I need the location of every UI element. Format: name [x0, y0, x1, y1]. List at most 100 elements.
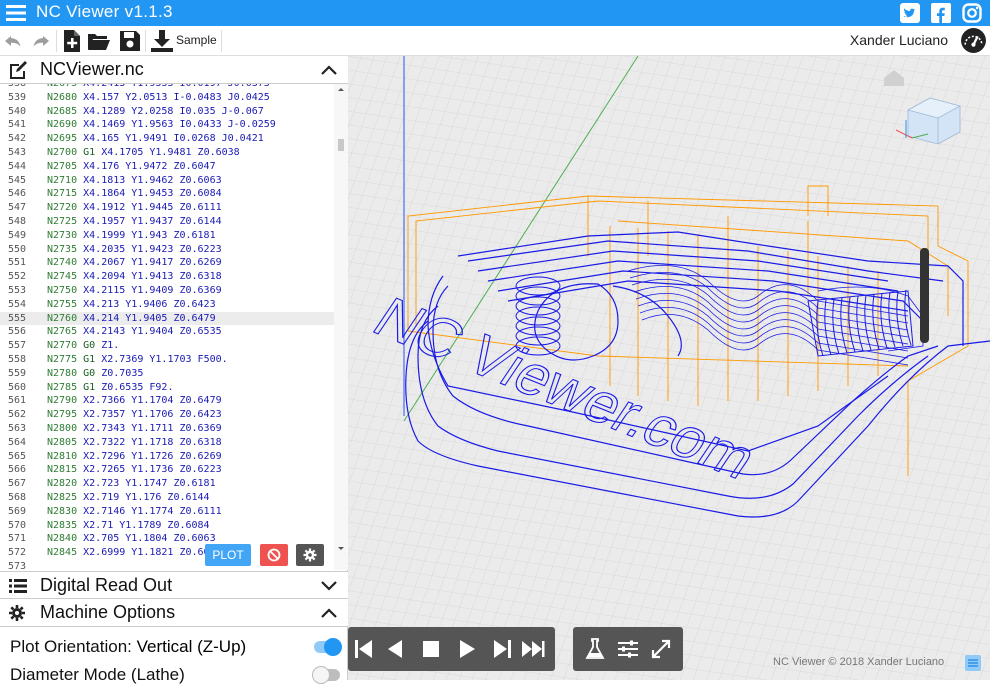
machine-options-header[interactable]: Machine Options [0, 599, 348, 627]
chevron-down-icon[interactable] [320, 580, 338, 592]
code-line[interactable]: 558 N2775 G1 X2.7369 Y1.1703 F500. [0, 353, 334, 367]
chevron-up-icon[interactable] [320, 607, 338, 619]
line-number: 569 [8, 505, 27, 517]
code-line[interactable]: 563 N2800 X2.7343 Y1.1711 Z0.6369 [0, 422, 334, 436]
sample-label[interactable]: Sample [176, 33, 217, 47]
coordinates: X4.165 Y1.9491 I0.0268 J0.0421 [83, 133, 264, 145]
line-number: 540 [8, 105, 27, 117]
block-number: N2800 [47, 423, 78, 434]
facebook-icon[interactable] [931, 3, 951, 23]
code-line[interactable]: 549 N2730 X4.1999 Y1.943 Z0.6181 [0, 229, 334, 243]
plot-orientation-toggle[interactable] [314, 638, 342, 656]
scroll-up-icon[interactable] [334, 84, 348, 94]
code-line[interactable]: 566 N2815 X2.7265 Y1.1736 Z0.6223 [0, 463, 334, 477]
coordinates: X2.719 Y1.176 Z0.6144 [83, 492, 210, 503]
code-line[interactable]: 560 N2785 G1 Z0.6535 F92. [0, 381, 334, 395]
skip-to-end-icon[interactable] [521, 637, 545, 661]
code-text: N2825 X2.719 Y1.176 Z0.6144 [47, 491, 210, 505]
gcode-editor[interactable]: 538 N2673 X4.2413 Y1.9333 I0.0197 J0.0373… [0, 84, 348, 570]
flask-icon[interactable] [583, 637, 607, 661]
edit-icon [10, 61, 27, 79]
code-line[interactable]: 541 N2690 X4.1469 Y1.9563 I0.0433 J-0.025… [0, 118, 334, 132]
code-text: N2745 X4.2094 Y1.9413 Z0.6318 [47, 270, 222, 284]
code-line[interactable]: 554 N2755 X4.213 Y1.9406 Z0.6423 [0, 298, 334, 312]
stop-icon[interactable] [419, 637, 443, 661]
code-line[interactable]: 559 N2780 G0 Z0.7035 [0, 367, 334, 381]
expand-icon[interactable] [649, 637, 673, 661]
editor-scrollbar[interactable] [334, 84, 348, 570]
code-line[interactable]: 555 N2760 X4.214 Y1.9405 Z0.6479 [0, 311, 334, 326]
new-file-icon[interactable] [60, 29, 84, 53]
block-number: N2775 [47, 354, 78, 365]
code-line[interactable]: 542 N2695 X4.165 Y1.9491 I0.0268 J0.0421 [0, 132, 334, 146]
code-line[interactable]: 540 N2685 X4.1289 Y2.0258 I0.035 J-0.067 [0, 105, 334, 119]
code-line[interactable]: 552 N2745 X4.2094 Y1.9413 Z0.6318 [0, 270, 334, 284]
coordinates: Z0.6535 F92. [101, 381, 174, 393]
3d-viewport[interactable]: NC Viewer.com [348, 56, 990, 680]
code-line[interactable]: 556 N2765 X4.2143 Y1.9404 Z0.6535 [0, 325, 334, 339]
open-folder-icon[interactable] [87, 29, 111, 53]
editor-header[interactable]: NCViewer.nc [0, 56, 348, 84]
editor-settings-button[interactable] [296, 544, 324, 566]
toolbar-divider [221, 30, 222, 52]
line-number: 560 [8, 381, 27, 393]
code-text: N2820 X2.723 Y1.1747 Z0.6181 [47, 477, 216, 491]
diameter-mode-toggle[interactable] [312, 666, 340, 684]
code-line[interactable]: 538 N2673 X4.2413 Y1.9333 I0.0197 J0.0373 [0, 84, 334, 91]
code-line[interactable]: 567 N2820 X2.723 Y1.1747 Z0.6181 [0, 477, 334, 491]
skip-next-icon[interactable] [490, 637, 514, 661]
instagram-icon[interactable] [962, 3, 982, 23]
code-line[interactable]: 569 N2830 X2.7146 Y1.1774 Z0.6111 [0, 505, 334, 519]
redo-icon[interactable] [28, 29, 52, 53]
code-text: N2765 X4.2143 Y1.9404 Z0.6535 [47, 325, 222, 339]
line-number: 551 [8, 257, 27, 269]
code-text: N2695 X4.165 Y1.9491 I0.0268 J0.0421 [47, 132, 264, 146]
code-line[interactable]: 547 N2720 X4.1912 Y1.9445 Z0.6111 [0, 201, 334, 215]
code-line[interactable]: 550 N2735 X4.2035 Y1.9423 Z0.6223 [0, 243, 334, 257]
sliders-icon[interactable] [616, 637, 640, 661]
step-back-icon[interactable] [383, 637, 407, 661]
code-line[interactable]: 553 N2750 X4.2115 Y1.9409 Z0.6369 [0, 284, 334, 298]
coordinates: X4.1864 Y1.9453 Z0.6084 [83, 188, 222, 200]
line-number: 559 [8, 367, 27, 379]
code-line[interactable]: 564 N2805 X2.7322 Y1.1718 Z0.6318 [0, 436, 334, 450]
code-line[interactable]: 545 N2710 X4.1813 Y1.9462 Z0.6063 [0, 174, 334, 188]
code-line[interactable]: 565 N2810 X2.7296 Y1.1726 Z0.6269 [0, 450, 334, 464]
scroll-down-icon[interactable] [334, 544, 348, 554]
code-text: N2720 X4.1912 Y1.9445 Z0.6111 [47, 201, 222, 215]
coordinates: X4.2094 Y1.9413 Z0.6318 [83, 271, 222, 283]
code-line[interactable]: 546 N2715 X4.1864 Y1.9453 Z0.6084 [0, 187, 334, 201]
plot-button[interactable]: PLOT [205, 544, 251, 566]
stop-button[interactable] [260, 544, 288, 566]
coordinates: X4.1957 Y1.9437 Z0.6144 [83, 216, 222, 227]
code-line[interactable]: 543 N2700 G1 X4.1705 Y1.9481 Z0.6038 [0, 146, 334, 160]
notes-icon[interactable] [965, 655, 981, 671]
block-number: N2835 [47, 519, 78, 531]
code-line[interactable]: 544 N2705 X4.176 Y1.9472 Z0.6047 [0, 160, 334, 174]
save-icon[interactable] [118, 29, 142, 53]
menu-icon[interactable] [5, 3, 27, 23]
dro-header[interactable]: Digital Read Out [0, 571, 348, 599]
code-line[interactable]: 539 N2680 X4.157 Y2.0513 I-0.0483 J0.0425 [0, 91, 334, 105]
code-line[interactable]: 570 N2835 X2.71 Y1.1789 Z0.6084 [0, 519, 334, 533]
skip-to-start-icon[interactable] [352, 637, 376, 661]
code-line[interactable]: 562 N2795 X2.7357 Y1.1706 Z0.6423 [0, 408, 334, 422]
line-number: 556 [8, 326, 27, 338]
toolpath-canvas[interactable]: NC Viewer.com [348, 56, 990, 680]
coordinates: X2.7322 Y1.1718 Z0.6318 [83, 436, 222, 448]
code-line[interactable]: 557 N2770 G0 Z1. [0, 339, 334, 353]
chevron-up-icon[interactable] [320, 64, 338, 76]
undo-icon[interactable] [2, 29, 26, 53]
play-icon[interactable] [455, 637, 479, 661]
code-text: N2705 X4.176 Y1.9472 Z0.6047 [47, 160, 216, 174]
speedometer-icon[interactable] [960, 27, 987, 54]
code-line[interactable]: 568 N2825 X2.719 Y1.176 Z0.6144 [0, 491, 334, 505]
code-line[interactable]: 561 N2790 X2.7366 Y1.1704 Z0.6479 [0, 394, 334, 408]
line-number: 548 [8, 216, 27, 227]
code-line[interactable]: 551 N2740 X4.2067 Y1.9417 Z0.6269 [0, 256, 334, 270]
code-line[interactable]: 548 N2725 X4.1957 Y1.9437 Z0.6144 [0, 215, 334, 229]
download-sample-icon[interactable] [150, 29, 174, 53]
twitter-icon[interactable] [900, 3, 920, 23]
scroll-thumb[interactable] [338, 139, 344, 151]
